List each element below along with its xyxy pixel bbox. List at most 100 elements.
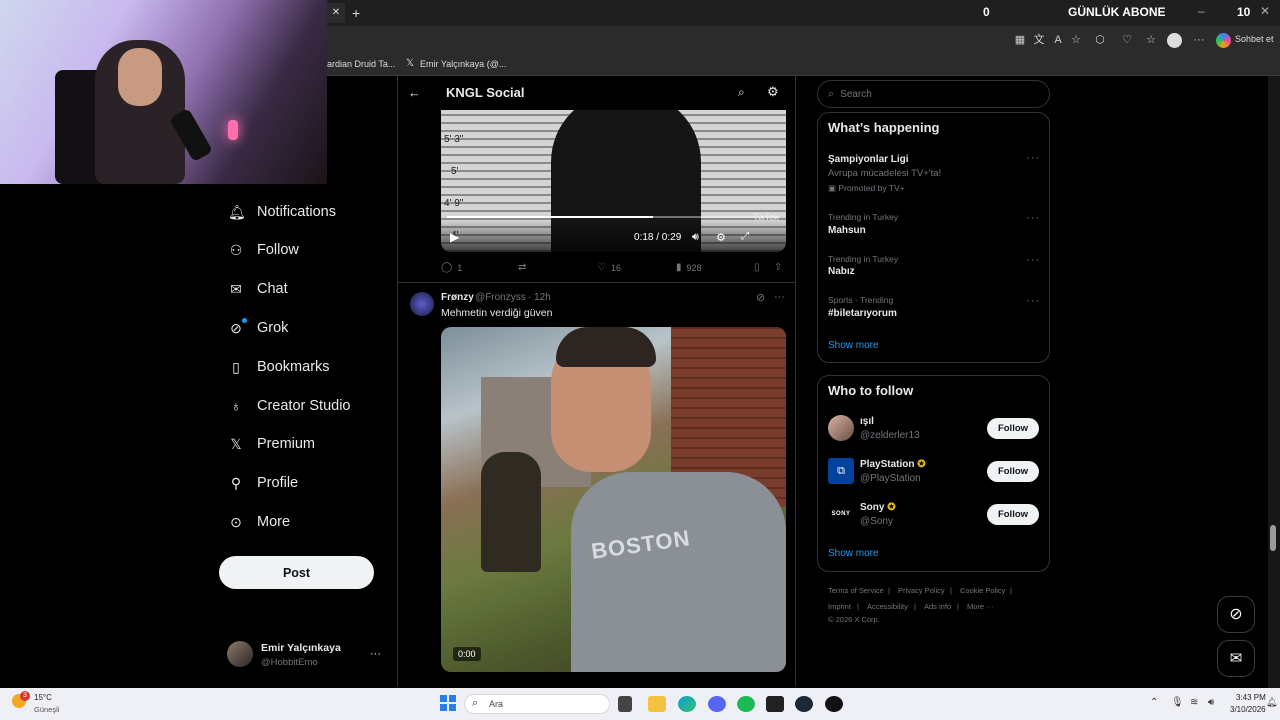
volume-icon[interactable]: 🔊︎	[692, 231, 699, 244]
footer-link[interactable]: Ads info	[924, 602, 951, 611]
new-tab-button[interactable]: +	[352, 3, 368, 23]
favorite-star-icon[interactable]: ☆	[1069, 33, 1083, 47]
playstation-logo-icon[interactable]: ⧉	[828, 458, 854, 484]
nav-item-profile[interactable]: ⚲ Profile	[228, 471, 298, 495]
read-aloud-icon[interactable]: A	[1051, 33, 1065, 47]
wifi-icon[interactable]: ≋	[1190, 697, 1198, 708]
footer-link[interactable]: Cookie Policy	[960, 586, 1005, 595]
bookmark-item[interactable]: Emir Yalçınkaya (@...	[420, 59, 506, 69]
repost-button[interactable]: ⇄	[518, 262, 531, 273]
copilot-label[interactable]: Sohbet et	[1235, 34, 1274, 44]
author-handle[interactable]: @Fronzyss	[475, 292, 526, 303]
fullscreen-icon[interactable]: ⤢	[741, 231, 749, 242]
scrollbar-track[interactable]	[1268, 76, 1280, 688]
nav-item-grok[interactable]: ⊘ Grok	[228, 316, 288, 340]
whats-happening-title: What’s happening	[828, 120, 940, 135]
trend-more-icon[interactable]: ···	[1026, 212, 1040, 224]
post-video[interactable]: 5' 3" 5' 4' 9" 4' ▶ 0:18 / 0:29 🔊︎ ⚙ ⤢ T…	[441, 92, 786, 252]
extension-icon[interactable]: ⬡	[1093, 33, 1107, 47]
windows-start-icon[interactable]	[440, 695, 456, 711]
nav-item-more[interactable]: ⊙ More	[228, 510, 290, 534]
follow-button[interactable]: Follow	[987, 461, 1039, 482]
microphone-icon[interactable]: 🎙︎	[1171, 697, 1184, 708]
reply-button[interactable]: ◯ 1	[441, 262, 462, 273]
trend-title[interactable]: Mahsun	[828, 225, 866, 236]
nav-item-creator-studio[interactable]: ♁ Creator Studio	[228, 394, 351, 418]
follow-button[interactable]: Follow	[987, 504, 1039, 525]
post-more-icon[interactable]: ···	[774, 291, 785, 303]
discord-icon[interactable]	[708, 696, 726, 712]
author-name[interactable]: Frønzy	[441, 292, 474, 303]
search-icon[interactable]: ⌕	[738, 85, 745, 100]
share-button[interactable]: ⇧	[774, 262, 787, 273]
spotify-icon[interactable]	[737, 696, 755, 712]
clock-time[interactable]: 3:43 PM	[1236, 693, 1266, 702]
user-avatar[interactable]	[828, 415, 854, 441]
trend-more-icon[interactable]: ···	[1026, 295, 1040, 307]
browser-essentials-icon[interactable]: ♡	[1120, 33, 1134, 47]
search-input[interactable]: ⌕ Search	[817, 80, 1050, 108]
profile-avatar-icon[interactable]	[1167, 33, 1182, 48]
grok-floating-button[interactable]: ⊘	[1217, 596, 1255, 633]
follow-button[interactable]: Follow	[987, 418, 1039, 439]
post-video[interactable]: BOSTON 0:00	[441, 327, 786, 672]
notification-bell-icon[interactable]: 🔔︎	[1266, 697, 1277, 708]
trend-title[interactable]: #biletarıyorum	[828, 308, 897, 319]
gear-icon[interactable]: ⚙	[767, 84, 779, 100]
trend-title[interactable]: Şampiyonlar Ligi	[828, 154, 909, 165]
minimize-icon[interactable]: –	[1198, 4, 1205, 18]
trend-title[interactable]: Nabız	[828, 266, 855, 277]
nav-item-premium[interactable]: 𝕏 Premium	[228, 432, 315, 456]
nav-item-chat[interactable]: ✉ Chat	[228, 277, 288, 301]
trend-more-icon[interactable]: ···	[1026, 152, 1040, 164]
scrollbar-thumb[interactable]	[1270, 525, 1276, 551]
nav-item-bookmarks[interactable]: ▯ Bookmarks	[228, 355, 329, 379]
grok-analyze-icon[interactable]: ⊘	[756, 291, 765, 304]
window-close-icon[interactable]: ✕	[1260, 4, 1270, 18]
user-name[interactable]: Sony ✪	[860, 502, 896, 513]
x-logo-icon: 𝕏	[230, 436, 242, 452]
trend-more-icon[interactable]: ···	[1026, 254, 1040, 266]
user-name[interactable]: ışıl	[860, 416, 874, 427]
taskbar-search-input[interactable]	[464, 694, 610, 714]
author-avatar[interactable]	[410, 292, 434, 316]
footer-link[interactable]: More ···	[967, 602, 994, 611]
terminal-icon[interactable]	[766, 696, 784, 712]
like-button[interactable]: ♡ 16	[597, 262, 621, 273]
tab-close-button[interactable]: ✕	[327, 3, 345, 23]
translate-icon[interactable]: 文	[1032, 33, 1046, 47]
footer-link[interactable]: Privacy Policy	[898, 586, 945, 595]
split-view-icon[interactable]: ▦	[1013, 33, 1027, 47]
more-menu-icon[interactable]: ···	[1192, 33, 1206, 47]
show-more-link[interactable]: Show more	[828, 340, 879, 351]
favorites-icon[interactable]: ☆	[1144, 33, 1158, 47]
obs-icon[interactable]	[825, 696, 843, 712]
account-avatar[interactable]	[227, 641, 253, 667]
show-more-link[interactable]: Show more	[828, 548, 879, 559]
show-hidden-icons[interactable]: ⌃	[1150, 697, 1158, 708]
footer-link[interactable]: Accessibility	[867, 602, 908, 611]
speaker-icon[interactable]: 🔊︎	[1208, 697, 1214, 708]
messages-floating-button[interactable]: ✉	[1217, 640, 1255, 677]
sony-logo-icon[interactable]: SONY	[828, 501, 854, 527]
account-name[interactable]: Emir Yalçınkaya	[261, 642, 341, 654]
steam-icon[interactable]	[795, 696, 813, 712]
play-icon[interactable]: ▶	[450, 230, 459, 244]
post-button[interactable]: Post	[219, 556, 374, 589]
back-arrow-icon[interactable]: ←	[408, 85, 421, 100]
settings-icon[interactable]: ⚙	[716, 231, 726, 244]
copilot-icon[interactable]	[1216, 33, 1231, 48]
edge-icon[interactable]	[678, 696, 696, 712]
account-more-icon[interactable]: ···	[370, 648, 381, 660]
file-explorer-icon[interactable]	[648, 696, 666, 712]
task-view-icon[interactable]	[618, 696, 632, 712]
footer-link[interactable]: Terms of Service	[828, 586, 884, 595]
bookmark-button[interactable]: ▯	[754, 262, 765, 273]
views-button[interactable]: ▮ 928	[676, 262, 702, 273]
bookmark-item[interactable]: ardian Druid Ta...	[327, 59, 395, 69]
user-name[interactable]: PlayStation ✪	[860, 459, 926, 470]
clock-date[interactable]: 3/10/2026	[1230, 705, 1266, 714]
nav-item-follow[interactable]: ⚇ Follow	[228, 238, 299, 262]
footer-link[interactable]: Imprint	[828, 602, 851, 611]
nav-item-notifications[interactable]: 🔔︎ Notifications	[228, 200, 336, 224]
